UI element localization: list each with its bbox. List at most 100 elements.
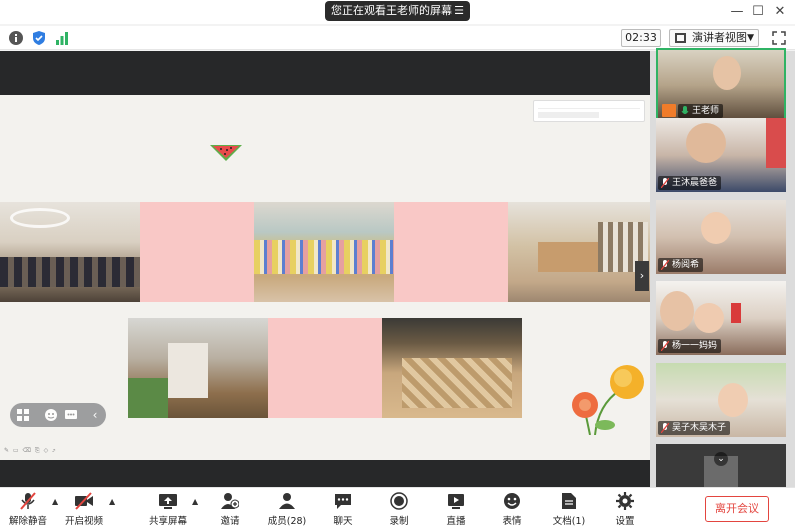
- comment-icon[interactable]: [64, 408, 78, 422]
- signal-icon[interactable]: [54, 30, 70, 46]
- flowers-decoration-icon: [572, 365, 644, 435]
- invite-icon: [221, 493, 239, 509]
- record-button[interactable]: 录制: [382, 490, 416, 530]
- view-mode-label: 演讲者视图: [692, 31, 747, 44]
- meeting-window: 您正在观看王老师的屏幕 ☰ — ☐ ✕ 02:33 演讲者视图 ▼ › ‹ ✎ …: [0, 0, 795, 531]
- settings-label: 设置: [615, 516, 635, 527]
- classroom-photo-1: [0, 202, 140, 302]
- participant-name-tag: 杨一一妈妈: [658, 339, 722, 353]
- participant-name: 吴子木吴木子: [672, 423, 727, 433]
- record-label: 录制: [389, 516, 409, 527]
- participant-tile[interactable]: 王沐晨爸爸: [656, 118, 786, 192]
- grid-icon[interactable]: [16, 408, 30, 422]
- share-screen-label: 共享屏幕: [148, 516, 187, 527]
- pink-panel-3: [268, 318, 382, 418]
- meeting-timer: 02:33: [621, 29, 661, 47]
- minimize-icon[interactable]: —: [728, 3, 746, 21]
- share-screen-icon: [159, 494, 177, 509]
- participants-panel: 王老师 王沐晨爸爸 杨阅希 杨一一妈妈 吴子木吴木子 ⌄: [650, 48, 795, 487]
- members-icon: [279, 493, 295, 509]
- share-screen-button[interactable]: 共享屏幕: [146, 490, 190, 530]
- classroom-photo-4: [128, 318, 268, 418]
- share-status-text: 您正在观看王老师的屏幕: [331, 4, 452, 17]
- reactions-label: 表情: [502, 516, 522, 527]
- share-status-pill[interactable]: 您正在观看王老师的屏幕 ☰: [325, 1, 470, 21]
- slide-next-button[interactable]: ›: [635, 261, 649, 291]
- participant-name-tag: 吴子木吴木子: [658, 421, 731, 435]
- meeting-controls-bar: 解除静音 ▲ 开启视频 ▲ 共享屏幕 ▲ 邀请 成员(28) 聊天 录制 直播 …: [0, 487, 795, 531]
- emoji-icon[interactable]: [44, 408, 58, 422]
- mic-muted-icon: [661, 341, 669, 351]
- participant-name-tag: 王老师: [678, 104, 724, 118]
- invite-label: 邀请: [220, 516, 240, 527]
- live-label: 直播: [446, 516, 466, 527]
- fullscreen-icon[interactable]: [772, 31, 786, 45]
- live-button[interactable]: 直播: [439, 490, 473, 530]
- chat-button[interactable]: 聊天: [326, 490, 360, 530]
- pink-panel-2: [394, 202, 508, 302]
- start-video-label: 开启视频: [64, 516, 103, 527]
- documents-label: 文档(1): [552, 516, 586, 527]
- shield-icon[interactable]: [31, 30, 47, 46]
- settings-button[interactable]: 设置: [608, 490, 642, 530]
- info-icon[interactable]: [8, 30, 24, 46]
- presentation-slide: › ‹ ✎ ▭ ⌫ ⎘ ◇ ⤴: [0, 95, 650, 460]
- mic-muted-icon: [20, 492, 36, 510]
- floating-annotation-toolbar: ‹: [10, 403, 106, 427]
- participant-name: 王沐晨爸爸: [672, 178, 718, 188]
- meeting-info-toolbar: 02:33 演讲者视图 ▼: [0, 26, 795, 50]
- slide-notification: [533, 100, 645, 122]
- live-icon: [448, 494, 464, 509]
- emoji-icon: [504, 493, 520, 509]
- mic-muted-icon: [661, 260, 669, 270]
- annotation-mini-tools[interactable]: ✎ ▭ ⌫ ⎘ ◇ ⤴: [4, 447, 57, 455]
- reactions-button[interactable]: 表情: [495, 490, 529, 530]
- scroll-down-icon[interactable]: ⌄: [714, 452, 728, 466]
- classroom-photo-2: [254, 202, 394, 302]
- start-video-button[interactable]: 开启视频: [62, 490, 106, 530]
- participant-tile[interactable]: 王老师: [656, 48, 786, 122]
- collapse-icon[interactable]: ‹: [88, 408, 102, 422]
- settings-icon: [616, 492, 634, 510]
- layout-icon: [675, 33, 686, 43]
- members-label: 成员(28): [267, 516, 307, 527]
- participant-tile[interactable]: 杨一一妈妈: [656, 281, 786, 355]
- chat-icon: [335, 494, 351, 509]
- participant-name-tag: 王沐晨爸爸: [658, 176, 722, 190]
- document-icon: [562, 493, 576, 509]
- video-off-icon: [75, 492, 93, 510]
- video-options-caret-icon[interactable]: ▲: [109, 497, 115, 506]
- participant-name-tag: 杨阅希: [658, 258, 704, 272]
- host-icon: [662, 104, 676, 117]
- participant-tile[interactable]: ⌄: [656, 444, 786, 487]
- participant-name: 杨阅希: [672, 260, 700, 270]
- close-icon[interactable]: ✕: [771, 3, 789, 21]
- participant-tile[interactable]: 杨阅希: [656, 200, 786, 274]
- view-mode-select[interactable]: 演讲者视图 ▼: [669, 29, 759, 47]
- mic-muted-icon: [661, 178, 669, 188]
- classroom-photo-3: [508, 202, 650, 302]
- chat-label: 聊天: [333, 516, 353, 527]
- participant-tile[interactable]: 吴子木吴木子: [656, 363, 786, 437]
- pink-panel-1: [140, 202, 254, 302]
- classroom-photo-5: [382, 318, 522, 418]
- leave-meeting-button[interactable]: 离开会议: [705, 496, 769, 522]
- unmute-button[interactable]: 解除静音: [6, 490, 50, 530]
- mic-active-icon: [681, 106, 689, 114]
- record-icon: [390, 492, 408, 510]
- watermelon-sticker-icon: [210, 145, 242, 161]
- unmute-label: 解除静音: [8, 516, 47, 527]
- shared-screen: › ‹ ✎ ▭ ⌫ ⎘ ◇ ⤴: [0, 51, 650, 487]
- documents-button[interactable]: 文档(1): [550, 490, 588, 530]
- maximize-icon[interactable]: ☐: [749, 3, 767, 21]
- participant-name: 王老师: [692, 106, 720, 116]
- members-button[interactable]: 成员(28): [265, 490, 309, 530]
- title-bar: 您正在观看王老师的屏幕 ☰ — ☐ ✕: [0, 0, 795, 24]
- chevron-down-icon: ▼: [747, 33, 754, 43]
- mic-muted-icon: [661, 423, 669, 433]
- audio-options-caret-icon[interactable]: ▲: [52, 497, 58, 506]
- invite-button[interactable]: 邀请: [213, 490, 247, 530]
- participant-name: 杨一一妈妈: [672, 341, 718, 351]
- menu-icon[interactable]: ☰: [454, 1, 464, 21]
- share-options-caret-icon[interactable]: ▲: [192, 497, 198, 506]
